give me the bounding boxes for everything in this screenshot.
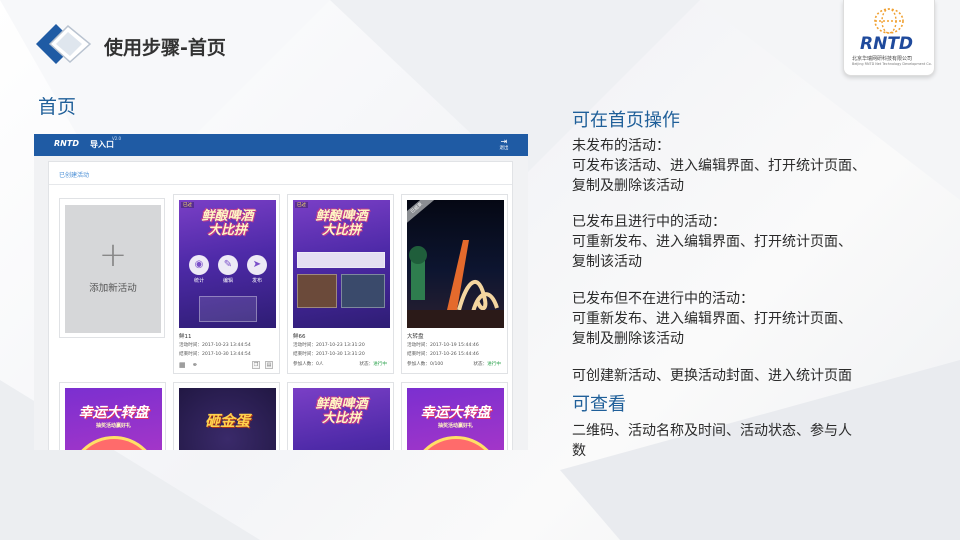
publish-button[interactable]: ➤ [247, 255, 267, 275]
app-entry-title: 导入口 [90, 140, 114, 149]
activity-name: 大转盘 [407, 334, 424, 340]
cover-phone-preview [297, 252, 385, 268]
activity-start-time: 活动时间：2017-10-19 15:44:46 [407, 343, 479, 348]
add-activity-label: 添加新活动 [89, 283, 137, 294]
cover-subtitle: 抽奖活动赢好礼 [437, 423, 473, 429]
cover-title: 鲜酿啤酒 大比拼 [201, 209, 254, 238]
cover-title: 幸运大转盘 [78, 405, 149, 421]
activity-end-time: 结束时间：2017-10-30 13:31:20 [293, 352, 365, 357]
activity-start-time: 活动时间：2017-10-23 13:44:54 [179, 343, 251, 348]
activity-panel: 已创建活动 + 添加新活动 已过 鲜酿啤酒 大比拼 ◉ ✎ ➤ 统计 编辑 发布 [48, 161, 513, 450]
app-screenshot: RNTD 导入口 V2.0 ⇥ 退出 已创建活动 + 添加新活动 已过 鲜酿啤酒… [34, 134, 528, 450]
edit-label: 编辑 [222, 278, 233, 284]
add-activity-card[interactable]: + 添加新活动 [59, 198, 165, 338]
status-label: 状态： [359, 362, 374, 367]
publish-label: 发布 [251, 278, 262, 284]
activity-cover[interactable]: 砸金蛋 [179, 388, 276, 450]
status-value: 进行中 [487, 362, 501, 367]
heading-operations: 可在首页操作 [572, 110, 680, 131]
overlay-actions: ◉ ✎ ➤ 统计 编辑 发布 [179, 255, 276, 287]
view-line: 数 [572, 443, 586, 459]
activity-end-time: 结束时间：2017-10-30 13:44:54 [179, 352, 251, 357]
participant-count: 参加人数：0人 [293, 362, 324, 367]
unpublished-line: 复制及删除该活动 [572, 178, 684, 194]
create-line: 可创建新活动、更换活动封面、进入统计页面 [572, 368, 852, 384]
running-title: 已发布且进行中的活动： [572, 214, 726, 230]
exit-label: 退出 [499, 146, 509, 151]
view-stats-button[interactable]: ◉ [189, 255, 209, 275]
activity-name: 鲜66 [293, 334, 306, 340]
activity-cover[interactable]: 幸运大转盘 抽奖活动赢好礼 [65, 388, 162, 450]
exit-button[interactable]: ⇥ 退出 [497, 137, 511, 152]
tab-created-activities[interactable]: 已创建活动 [59, 170, 89, 179]
cover-title: 砸金蛋 [204, 412, 250, 430]
running-line: 复制该活动 [572, 254, 642, 270]
activity-end-time: 结束时间：2017-10-26 15:44:46 [407, 352, 479, 357]
activity-cover[interactable]: 已结束 [407, 200, 504, 328]
activity-card[interactable]: 砸金蛋 [173, 382, 280, 450]
stopped-title: 已发布但不在进行中的活动： [572, 291, 754, 307]
qrcode-icon[interactable]: ▦ [179, 361, 186, 369]
activity-card[interactable]: 鲜酿啤酒 大比拼 [287, 382, 394, 450]
section-label: 首页 [38, 96, 77, 118]
activity-status: 状态：进行中 [359, 361, 387, 367]
cover-flag: 已过 [181, 202, 194, 208]
running-line: 可重新发布、进入编辑界面、打开统计页面、 [572, 234, 852, 250]
activity-card[interactable]: 已结束 大转盘 活动时间：2017-10-19 15:44:46 结束时间：20… [401, 194, 508, 374]
stopped-line: 可重新发布、进入编辑界面、打开统计页面、 [572, 311, 852, 327]
cover-title: 幸运大转盘 [420, 405, 491, 421]
activity-card[interactable]: 幸运大转盘 抽奖活动赢好礼 [401, 382, 508, 450]
activity-start-time: 活动时间：2017-10-23 13:31:20 [293, 343, 365, 348]
unpublished-title: 未发布的活动： [572, 138, 670, 154]
activity-cover[interactable]: 已过 鲜酿啤酒 大比拼 [293, 200, 390, 328]
wheel-graphic [68, 436, 159, 450]
link-icon[interactable]: ⚭ [192, 361, 198, 369]
activity-cover[interactable]: 鲜酿啤酒 大比拼 [293, 388, 390, 450]
status-label: 状态： [473, 362, 488, 367]
unpublished-line: 可发布该活动、进入编辑界面、打开统计页面、 [572, 158, 866, 174]
app-top-bar: RNTD 导入口 V2.0 ⇥ 退出 [34, 134, 528, 156]
slide-title: 使用步骤-首页 [104, 37, 226, 59]
participant-count: 参加人数：0/100 [407, 362, 444, 367]
stopped-line: 复制及删除该活动 [572, 331, 684, 347]
cover-phone-preview [199, 296, 257, 322]
brand-name: RNTD [860, 34, 914, 54]
cover-night-scene [407, 240, 504, 328]
panel-divider [49, 184, 512, 185]
activity-card[interactable]: 已过 鲜酿啤酒 大比拼 ◉ ✎ ➤ 统计 编辑 发布 鲜11 活动时间：2017… [173, 194, 280, 374]
brand-subtitle-en: Beijing RNTD Net Technology Development … [852, 62, 932, 66]
app-logo: RNTD [54, 139, 79, 148]
activity-status: 状态：进行中 [473, 361, 501, 367]
activity-cover[interactable]: 幸运大转盘 抽奖活动赢好礼 [407, 388, 504, 450]
exit-icon: ⇥ [500, 137, 508, 146]
stats-label: 统计 [193, 278, 204, 284]
app-version: V2.0 [112, 136, 122, 141]
activity-name: 鲜11 [179, 334, 192, 340]
activity-card[interactable]: 幸运大转盘 抽奖活动赢好礼 [59, 382, 166, 450]
cover-flag: 已过 [295, 202, 308, 208]
brand-subtitle: 北京华瑞网研科技有限公司 [852, 56, 913, 62]
brand-logo: RNTD 北京华瑞网研科技有限公司 Beijing RNTD Net Techn… [843, 0, 935, 76]
status-value: 进行中 [373, 362, 387, 367]
edit-button[interactable]: ✎ [218, 255, 238, 275]
cover-title: 鲜酿啤酒 大比拼 [315, 397, 368, 426]
plus-icon: + [98, 235, 128, 275]
cover-subtitle: 抽奖活动赢好礼 [95, 423, 131, 429]
company-logo-icon [36, 24, 92, 64]
heading-view: 可查看 [572, 394, 626, 415]
activity-card[interactable]: 已过 鲜酿啤酒 大比拼 鲜66 活动时间：2017-10-23 13:31:20… [287, 194, 394, 374]
delete-icon[interactable]: ▤ [265, 361, 273, 369]
copy-icon[interactable]: ❐ [252, 361, 260, 369]
cover-photo [297, 274, 337, 308]
globe-icon [874, 8, 904, 34]
add-activity-area[interactable]: + 添加新活动 [65, 205, 161, 333]
view-line: 二维码、活动名称及时间、活动状态、参与人 [572, 423, 852, 439]
cover-photo [341, 274, 385, 308]
activity-cover[interactable]: 已过 鲜酿啤酒 大比拼 ◉ ✎ ➤ 统计 编辑 发布 [179, 200, 276, 328]
wheel-graphic [410, 436, 501, 450]
cover-title: 鲜酿啤酒 大比拼 [315, 209, 368, 238]
